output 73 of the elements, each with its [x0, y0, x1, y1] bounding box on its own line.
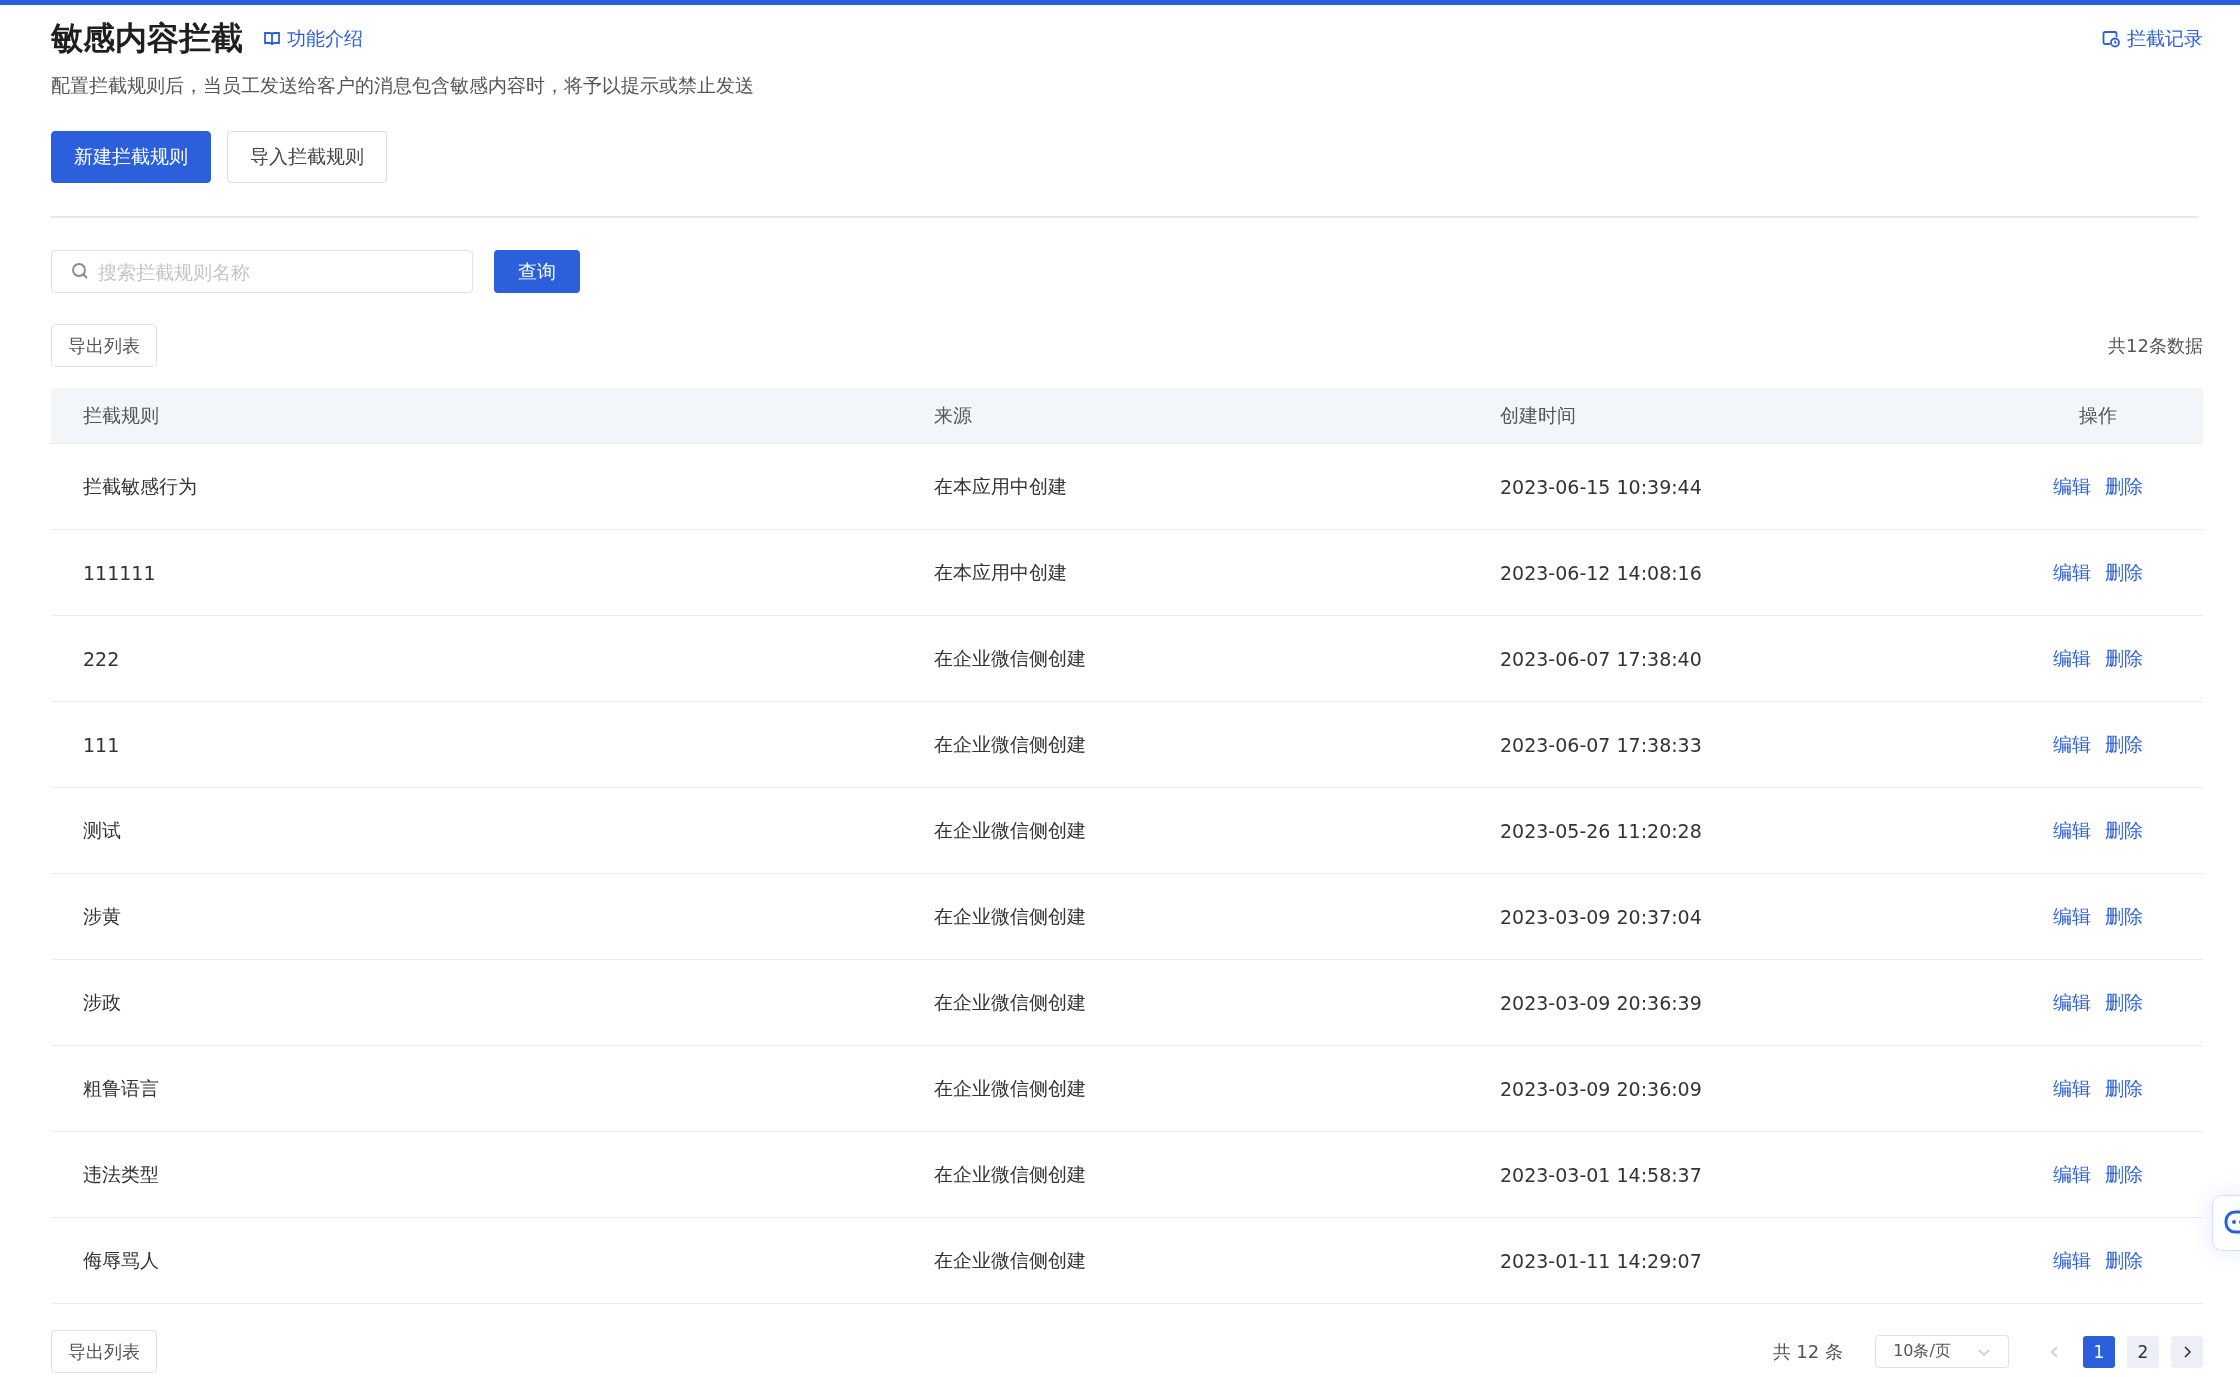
page-description: 配置拦截规则后，当员工发送给客户的消息包含敏感内容时，将予以提示或禁止发送: [51, 73, 755, 98]
table-cell-text: 222: [82, 647, 121, 670]
table-cell-text: 2023-06-07 17:38:33: [1500, 733, 1703, 756]
delete-link[interactable]: 删除: [2105, 731, 2143, 758]
page-title: 敏感内容拦截: [51, 18, 243, 59]
table-cell-text: 在本应用中创建: [934, 473, 1068, 499]
table-cell-text: 在企业微信侧创建: [934, 817, 1087, 843]
delete-link[interactable]: 删除: [2105, 559, 2143, 586]
book-icon: [263, 30, 281, 48]
table-cell-text: 侮辱骂人: [82, 1247, 160, 1273]
table-cell-text: 在企业微信侧创建: [934, 645, 1087, 671]
table-cell-text: 在企业微信侧创建: [934, 731, 1087, 757]
table-cell-text: 2023-06-15 10:39:44: [1500, 475, 1703, 498]
delete-link[interactable]: 删除: [2105, 1247, 2143, 1274]
edit-link[interactable]: 编辑: [2053, 817, 2091, 844]
column-header: 创建时间: [1500, 402, 1577, 428]
table-cell-text: 在企业微信侧创建: [934, 989, 1087, 1015]
table-cell-text: 拦截敏感行为: [82, 473, 198, 499]
edit-link[interactable]: 编辑: [2053, 903, 2091, 930]
table-cell-text: 2023-03-09 20:36:09: [1500, 1077, 1703, 1100]
edit-link[interactable]: 编辑: [2053, 473, 2091, 500]
query-button[interactable]: 查询: [494, 250, 580, 293]
table-cell-text: 2023-06-12 14:08:16: [1500, 561, 1703, 584]
intro-link[interactable]: 功能介绍: [263, 26, 363, 52]
edit-link[interactable]: 编辑: [2053, 1247, 2091, 1274]
page-size-select[interactable]: 10条/页: [1875, 1335, 2009, 1368]
table-cell-text: 111111: [82, 561, 157, 584]
table-cell-text: 涉政: [82, 989, 122, 1015]
table-cell-text: 在企业微信侧创建: [934, 1247, 1087, 1273]
edit-link[interactable]: 编辑: [2053, 989, 2091, 1016]
delete-link[interactable]: 删除: [2105, 473, 2143, 500]
edit-link[interactable]: 编辑: [2053, 645, 2091, 672]
page-button[interactable]: 2: [2127, 1335, 2159, 1368]
column-header: 操作: [2078, 402, 2118, 428]
export-list-button[interactable]: 导出列表: [51, 324, 157, 367]
export-list-button[interactable]: 导出列表: [51, 1330, 157, 1373]
table-cell-text: 在企业微信侧创建: [934, 1075, 1087, 1101]
edit-link[interactable]: 编辑: [2053, 731, 2091, 758]
table-cell-text: 在企业微信侧创建: [934, 1161, 1087, 1187]
page-button[interactable]: 1: [2083, 1335, 2115, 1368]
total-count: 共12条数据: [2108, 333, 2203, 358]
table-cell-text: 2023-05-26 11:20:28: [1500, 819, 1703, 842]
table-cell-text: 111: [82, 733, 121, 756]
table-cell-text: 在本应用中创建: [934, 559, 1068, 585]
table-cell-text: 违法类型: [82, 1161, 160, 1187]
delete-link[interactable]: 删除: [2105, 645, 2143, 672]
table-cell-text: 2023-03-09 20:37:04: [1500, 905, 1703, 928]
next-page-button[interactable]: [2171, 1335, 2203, 1368]
record-icon: [2102, 30, 2121, 48]
edit-link[interactable]: 编辑: [2053, 559, 2091, 586]
edit-link[interactable]: 编辑: [2053, 1075, 2091, 1102]
table-cell-text: 在企业微信侧创建: [934, 903, 1087, 929]
delete-link[interactable]: 删除: [2105, 989, 2143, 1016]
new-rule-button[interactable]: 新建拦截规则: [51, 131, 211, 183]
delete-link[interactable]: 删除: [2105, 1075, 2143, 1102]
import-rule-button[interactable]: 导入拦截规则: [227, 131, 387, 183]
record-link[interactable]: 拦截记录: [2102, 26, 2203, 52]
edit-link[interactable]: 编辑: [2053, 1161, 2091, 1188]
delete-link[interactable]: 删除: [2105, 1161, 2143, 1188]
table-cell-text: 2023-03-01 14:58:37: [1500, 1163, 1703, 1186]
table-cell-text: 测试: [82, 817, 122, 843]
table-cell-text: 2023-06-07 17:38:40: [1500, 647, 1703, 670]
column-header: 来源: [934, 402, 973, 428]
table-cell-text: 涉黄: [82, 903, 122, 929]
search-field[interactable]: 搜索拦截规则名称: [51, 250, 473, 293]
delete-link[interactable]: 删除: [2105, 903, 2143, 930]
table-cell-text: 2023-03-09 20:36:39: [1500, 991, 1703, 1014]
pagination-total: 共 12 条: [1772, 1339, 1843, 1364]
search-icon: [71, 262, 89, 280]
delete-link[interactable]: 删除: [2105, 817, 2143, 844]
table-cell-text: 粗鲁语言: [82, 1075, 160, 1101]
column-header: 拦截规则: [82, 402, 160, 428]
table-cell-text: 2023-01-11 14:29:07: [1500, 1249, 1703, 1272]
